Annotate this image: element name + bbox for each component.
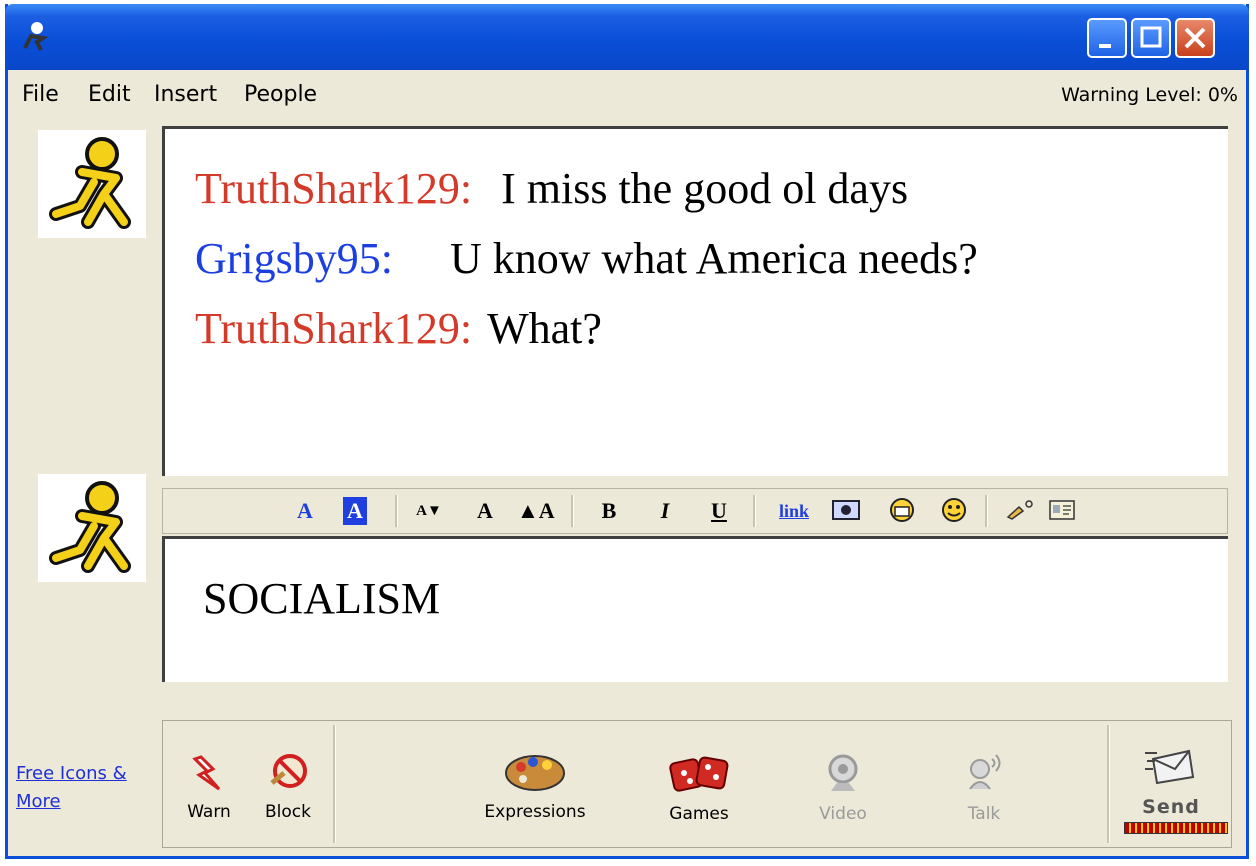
toolbar-separator — [571, 495, 574, 527]
warning-level: Warning Level: 0% — [1061, 84, 1238, 106]
message-compose-box[interactable]: SOCIALISM — [162, 536, 1228, 682]
my-avatar — [38, 474, 146, 582]
minimize-button[interactable] — [1087, 18, 1127, 58]
bold-icon[interactable]: B — [597, 497, 621, 525]
signature-icon[interactable] — [1005, 497, 1035, 525]
buddy-avatar — [38, 130, 146, 238]
maximize-icon — [1140, 26, 1162, 48]
talk-label: Talk — [967, 804, 1001, 824]
menu-insert[interactable]: Insert — [154, 82, 217, 107]
chat-message: TruthShark129: I miss the good ol days — [195, 155, 908, 223]
decrease-font-icon[interactable]: A▼ — [413, 497, 445, 525]
free-icons-link[interactable]: Free Icons & More — [16, 760, 156, 816]
chat-message: Grigsby95: U know what America needs? — [195, 225, 978, 293]
italic-icon[interactable]: I — [653, 497, 677, 525]
action-bar-separator — [333, 725, 336, 843]
link-icon[interactable]: link — [771, 497, 817, 525]
title-bar[interactable] — [5, 4, 1249, 70]
insert-picture-icon — [832, 500, 860, 520]
increase-font-icon[interactable]: ▲A — [517, 497, 555, 525]
message-text: I miss the good ol days — [501, 164, 909, 213]
smiley-icon — [942, 498, 966, 522]
palette-icon — [505, 755, 565, 791]
message-text: U know what America needs? — [450, 234, 978, 283]
menu-bar: File Edit Insert People Warning Level: 0… — [8, 70, 1246, 122]
menu-file[interactable]: File — [22, 82, 59, 107]
talk-icon — [969, 754, 1001, 790]
minimize-icon — [1099, 44, 1111, 48]
send-button[interactable]: Send — [1125, 743, 1217, 818]
games-button[interactable]: Games — [651, 751, 747, 824]
warn-icon — [192, 755, 221, 791]
video-button[interactable]: Video — [803, 753, 883, 824]
toolbar-separator — [395, 495, 398, 527]
message-sender: Grigsby95: — [195, 234, 393, 283]
conversation-log[interactable]: TruthShark129: I miss the good ol days G… — [162, 126, 1228, 476]
dice-icon — [669, 756, 729, 792]
aim-app-icon — [23, 22, 49, 51]
video-label: Video — [819, 804, 867, 824]
action-bar-separator — [1107, 725, 1110, 843]
webcam-icon — [828, 754, 858, 791]
email-icon — [890, 498, 914, 522]
text-color-icon[interactable]: A — [293, 497, 317, 525]
signature-icon — [1006, 500, 1033, 520]
buddy-info-icon[interactable] — [1047, 497, 1077, 525]
block-button[interactable]: Block — [253, 753, 323, 822]
close-icon — [1184, 27, 1206, 49]
insert-picture-icon[interactable] — [831, 497, 861, 525]
underline-icon[interactable]: U — [707, 497, 731, 525]
running-man-icon — [49, 481, 131, 573]
message-text: What? — [487, 304, 602, 353]
menu-edit[interactable]: Edit — [88, 82, 131, 107]
close-button[interactable] — [1175, 18, 1215, 58]
running-man-icon — [49, 137, 131, 229]
menu-people[interactable]: People — [244, 82, 317, 107]
chat-message: TruthShark129: What? — [195, 295, 602, 363]
message-sender: TruthShark129: — [195, 164, 473, 213]
normal-font-icon[interactable]: A — [473, 497, 497, 525]
buddy-info-icon — [1049, 500, 1075, 520]
block-icon — [270, 754, 307, 788]
smiley-icon[interactable] — [939, 497, 969, 525]
send-icon — [1145, 749, 1195, 785]
message-sender: TruthShark129: — [195, 304, 473, 353]
expressions-button[interactable]: Expressions — [475, 751, 595, 822]
action-bar: Warn Block Expressions Games Video Talk … — [162, 720, 1232, 848]
warn-button[interactable]: Warn — [181, 753, 237, 822]
compose-text[interactable]: SOCIALISM — [203, 573, 440, 624]
expressions-label: Expressions — [484, 802, 586, 822]
games-label: Games — [669, 804, 729, 824]
format-toolbar: A A A▼ A ▲A B I U link — [162, 488, 1228, 534]
email-icon[interactable] — [887, 497, 917, 525]
talk-button[interactable]: Talk — [949, 751, 1019, 824]
send-label: Send — [1142, 796, 1200, 818]
block-label: Block — [265, 802, 311, 822]
typing-meter — [1124, 822, 1228, 834]
toolbar-separator — [985, 495, 988, 527]
maximize-button[interactable] — [1131, 18, 1171, 58]
toolbar-separator — [753, 495, 756, 527]
warn-label: Warn — [187, 802, 231, 822]
background-color-icon[interactable]: A — [343, 497, 367, 525]
